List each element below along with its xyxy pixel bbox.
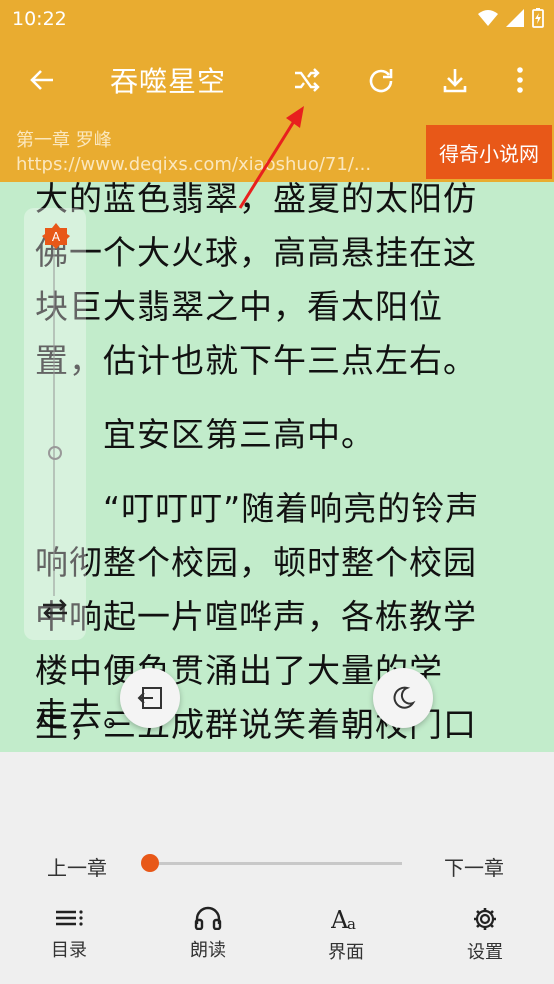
headphones-icon [194,906,222,930]
bottom-nav: 目录 朗读 A a 界面 设置 [0,898,554,984]
svg-text:A: A [52,230,61,244]
status-bar: 10:22 [0,0,554,38]
refresh-button[interactable] [359,58,403,102]
source-button[interactable]: 得奇小说网 [426,125,552,179]
shuffle-source-button[interactable] [285,58,329,102]
text-line-last: 走去。 [35,695,137,734]
text-line: 置，估计也就下午三点左右。 [35,341,477,380]
wifi-icon [478,10,498,26]
nav-settings[interactable]: 设置 [440,906,530,976]
brightness-panel[interactable] [24,208,86,640]
text-line: 响彻整个校园，顿时整个校园 [35,543,477,582]
download-icon [443,69,467,93]
night-mode-icon [393,686,416,709]
exit-reading-icon [137,687,162,709]
next-chapter-button[interactable]: 下一章 [444,852,504,881]
text-line: 中响起一片喧哗声，各栋教学 [35,597,477,636]
book-title: 吞噬星空 [110,65,227,98]
svg-text:a: a [347,915,356,932]
nav-label: 设置 [467,942,503,963]
prev-chapter-button[interactable]: 上一章 [47,852,107,881]
signal-icon [506,9,524,27]
night-mode-button[interactable] [373,668,433,728]
status-time: 10:22 [12,8,67,30]
list-icon [56,910,83,926]
chapter-progress: 上一章 下一章 [0,838,554,888]
chapter-title: 第一章 罗峰 [16,130,112,151]
exit-reading-button[interactable] [120,668,180,728]
chapter-url[interactable]: https://www.deqixs.com/xiaoshuo/71/... [16,154,401,175]
brightness-knob[interactable] [48,446,62,460]
download-button[interactable] [433,58,477,102]
top-toolbar: 吞噬星空 [0,38,554,122]
font-size-icon: A a [331,906,356,932]
swap-position-icon[interactable] [40,598,70,620]
text-line: 大的蓝色翡翠，盛夏的太阳仿 [35,182,477,218]
auto-brightness-icon[interactable]: A [42,222,70,250]
more-button[interactable] [498,58,542,102]
nav-interface[interactable]: A a 界面 [301,906,391,976]
shuffle-icon [295,68,320,92]
back-button[interactable] [20,58,64,102]
nav-label: 朗读 [190,940,226,961]
nav-label: 目录 [51,940,87,961]
progress-thumb[interactable] [141,854,159,872]
nav-catalog[interactable]: 目录 [24,906,114,976]
arrow-left-icon [30,70,53,90]
text-line: 佛一个大火球，高高悬挂在这 [35,233,477,272]
nav-read-aloud[interactable]: 朗读 [163,906,253,976]
brightness-track[interactable] [53,248,55,596]
text-line: 宜安区第三高中。 [35,415,375,454]
battery-icon [532,8,544,28]
progress-track[interactable] [150,862,402,865]
text-line: 块巨大翡翠之中，看太阳位 [35,287,443,326]
refresh-icon [369,69,393,93]
gear-icon [474,908,496,930]
more-vert-icon [517,67,523,93]
nav-label: 界面 [328,942,364,963]
status-icons [478,8,544,28]
text-line: “叮叮叮”随着响亮的铃声 [35,489,480,528]
